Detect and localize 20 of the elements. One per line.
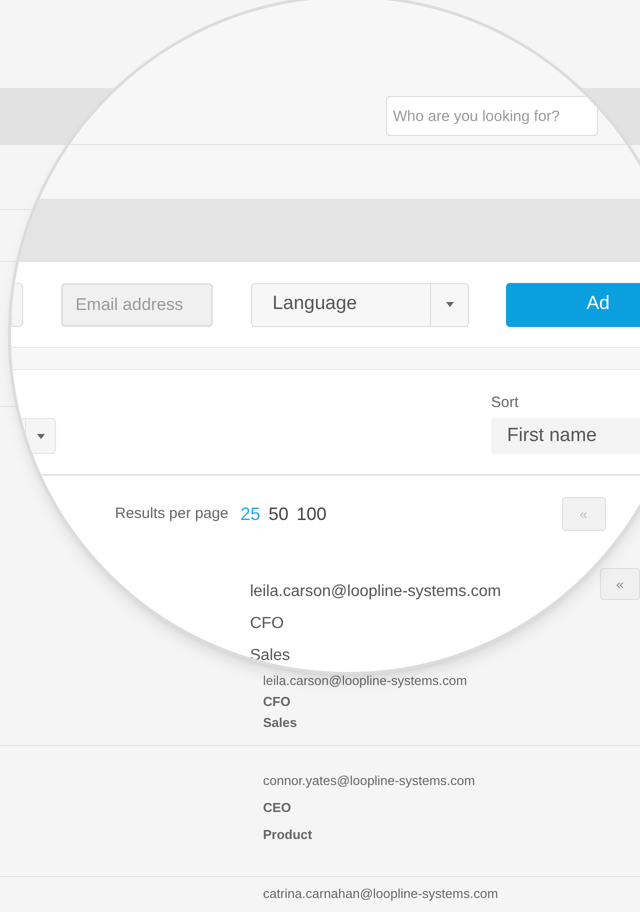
page-size-option[interactable]: 50 [268,500,288,528]
job-title-text: CEO [263,801,292,814]
caret-icon [446,302,454,307]
email-text: connor.yates@loopline-systems.com [263,774,476,787]
caret-icon [36,434,44,438]
sort-select[interactable]: First name [491,418,640,454]
job-title-text: CFO [263,695,292,708]
department-text: Sales [263,716,298,729]
email-text: catrina.carnahan@loopline-systems.com [263,887,500,900]
department-text: Product [263,828,314,841]
department-text: Sales [250,646,290,666]
results-per-page-label: Results per page [115,504,228,524]
email-text: leila.carson@loopline-systems.com [250,582,501,602]
language-select[interactable]: Language [251,282,470,326]
search-field[interactable]: Who are you looking for? [386,96,598,136]
sort-label: Sort [491,392,520,412]
page-size-option[interactable]: 100 [296,500,327,528]
text-field[interactable] [11,282,24,326]
email-text: leila.carson@loopline-systems.com [263,674,468,687]
job-title-text: CFO [250,614,284,634]
